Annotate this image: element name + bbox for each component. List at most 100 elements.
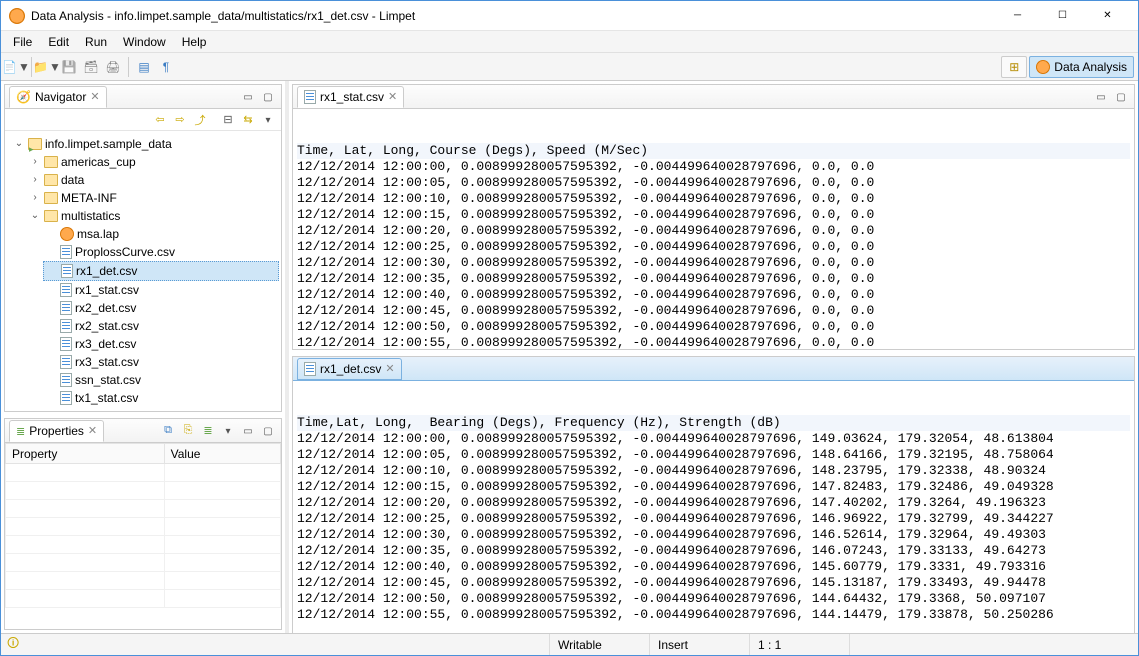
save-icon — [62, 60, 77, 74]
window-close-button[interactable]: ✕ — [1085, 1, 1130, 31]
minimize-icon — [1096, 91, 1105, 103]
editor-tabbar-bottom: rx1_det.csv ✕ — [293, 357, 1134, 381]
expand-icon[interactable]: ⌄ — [29, 207, 41, 225]
properties-tab-label: Properties — [29, 424, 84, 438]
workbench-main: Navigator ✕ — [1, 81, 1138, 633]
properties-col-value[interactable]: Value — [164, 444, 280, 464]
back-icon — [155, 113, 164, 126]
editor-text-line: 12/12/2014 12:00:45, 0.00899928005759539… — [297, 303, 1130, 319]
defaults-button[interactable] — [199, 422, 217, 440]
window-minimize-button[interactable]: ─ — [995, 1, 1040, 31]
tree-folder[interactable]: ›data — [27, 171, 279, 189]
menu-help[interactable]: Help — [174, 33, 215, 51]
maximize-editor-button[interactable] — [1112, 88, 1130, 106]
toggle-icon — [138, 60, 149, 74]
editor-text-rx1-stat[interactable]: Time, Lat, Long, Course (Degs), Speed (M… — [293, 109, 1134, 349]
tree-file[interactable]: msa.lap — [43, 225, 279, 243]
tree-file[interactable]: rx2_det.csv — [43, 299, 279, 317]
editor-header-line: Time, Lat, Long, Course (Degs), Speed (M… — [297, 143, 1130, 159]
view-menu-button[interactable] — [259, 111, 277, 129]
new-project-button[interactable]: ▼ — [36, 56, 58, 78]
save-all-button[interactable] — [80, 56, 102, 78]
editor-text-line: 12/12/2014 12:00:10, 0.00899928005759539… — [297, 463, 1130, 479]
show-whitespace-button[interactable] — [155, 56, 177, 78]
editor-tab-label: rx1_stat.csv — [320, 90, 384, 104]
expand-icon[interactable]: › — [29, 171, 41, 189]
perspective-switcher: Data Analysis — [1001, 56, 1134, 78]
close-icon[interactable]: ✕ — [388, 90, 397, 103]
expand-icon[interactable]: › — [29, 189, 41, 207]
save-button[interactable] — [58, 56, 80, 78]
minimize-view-button[interactable] — [239, 422, 257, 440]
filter-button[interactable] — [179, 422, 197, 440]
menu-window[interactable]: Window — [115, 33, 174, 51]
maximize-icon — [263, 425, 272, 437]
collapse-all-button[interactable] — [219, 111, 237, 129]
folder-icon — [44, 174, 58, 186]
status-cursor-pos: 1 : 1 — [749, 634, 849, 655]
window-maximize-button[interactable]: ☐ — [1040, 1, 1085, 31]
close-icon[interactable]: ✕ — [385, 362, 394, 375]
menu-edit[interactable]: Edit — [40, 33, 77, 51]
tree-file-label: rx1_stat.csv — [75, 281, 139, 299]
tree-file[interactable]: rx1_stat.csv — [43, 281, 279, 299]
maximize-view-button[interactable] — [259, 422, 277, 440]
folder-icon — [44, 192, 58, 204]
print-button[interactable] — [102, 56, 124, 78]
tree-file[interactable]: rx3_stat.csv — [43, 353, 279, 371]
window-titlebar: Data Analysis - info.limpet.sample_data/… — [1, 1, 1138, 31]
editor-tab-rx1-stat[interactable]: rx1_stat.csv ✕ — [297, 86, 404, 108]
collapse-icon — [223, 113, 232, 126]
view-menu-button[interactable] — [219, 422, 237, 440]
minimize-icon — [243, 91, 252, 103]
link-editor-button[interactable] — [239, 111, 257, 129]
tree-folder[interactable]: ›americas_cup — [27, 153, 279, 171]
tree-file[interactable]: ProplossCurve.csv — [43, 243, 279, 261]
tree-icon — [164, 424, 172, 437]
open-perspective-button[interactable] — [1001, 56, 1027, 78]
back-button[interactable] — [151, 111, 169, 129]
perspective-open-icon — [1009, 60, 1019, 74]
forward-button[interactable] — [171, 111, 189, 129]
folder-icon — [44, 210, 58, 222]
tree-folder[interactable]: ›META-INF — [27, 189, 279, 207]
tree-file[interactable]: rx1_det.csv — [43, 261, 279, 281]
editor-text-rx1-det[interactable]: Time,Lat, Long, Bearing (Degs), Frequenc… — [293, 381, 1134, 633]
menu-file[interactable]: File — [5, 33, 40, 51]
tree-file[interactable]: tx1_stat.csv — [43, 389, 279, 407]
properties-col-property[interactable]: Property — [6, 444, 165, 464]
perspective-data-analysis[interactable]: Data Analysis — [1029, 56, 1134, 78]
tree-folder[interactable]: ⌄multistatics — [27, 207, 279, 225]
save-all-icon — [83, 60, 98, 74]
navigator-tab[interactable]: Navigator ✕ — [9, 86, 107, 108]
csv-file-icon — [60, 245, 72, 259]
tree-project[interactable]: ⌄ info.limpet.sample_data — [11, 135, 279, 153]
close-icon[interactable]: ✕ — [90, 90, 99, 103]
menu-run[interactable]: Run — [77, 33, 115, 51]
editor-text-line: 12/12/2014 12:00:30, 0.00899928005759539… — [297, 255, 1130, 271]
navigator-tree[interactable]: ⌄ info.limpet.sample_data ›americas_cup … — [5, 131, 281, 411]
toggle-view-button[interactable] — [133, 56, 155, 78]
tree-file[interactable]: rx2_stat.csv — [43, 317, 279, 335]
categories-button[interactable] — [159, 422, 177, 440]
tree-file[interactable]: rx3_det.csv — [43, 335, 279, 353]
editor-text-line: 12/12/2014 12:00:20, 0.00899928005759539… — [297, 223, 1130, 239]
maximize-view-button[interactable] — [259, 88, 277, 106]
expand-icon[interactable]: › — [29, 153, 41, 171]
minimize-view-button[interactable] — [239, 88, 257, 106]
new-button[interactable]: ▼ — [5, 56, 27, 78]
status-tip[interactable] — [1, 634, 29, 655]
perspective-label: Data Analysis — [1054, 60, 1127, 74]
up-button[interactable] — [191, 111, 209, 129]
filter-icon — [184, 424, 193, 437]
close-icon[interactable]: ✕ — [88, 424, 97, 437]
minimize-editor-button[interactable] — [1092, 88, 1110, 106]
csv-file-icon — [60, 283, 72, 297]
tree-file[interactable]: ssn_stat.csv — [43, 371, 279, 389]
expand-icon[interactable]: ⌄ — [13, 135, 25, 153]
properties-table[interactable]: Property Value — [5, 443, 281, 629]
properties-tab[interactable]: Properties ✕ — [9, 420, 104, 442]
tree-file-label: rx2_stat.csv — [75, 317, 139, 335]
status-bar: Writable Insert 1 : 1 — [1, 633, 1138, 655]
editor-tab-rx1-det[interactable]: rx1_det.csv ✕ — [297, 358, 402, 380]
